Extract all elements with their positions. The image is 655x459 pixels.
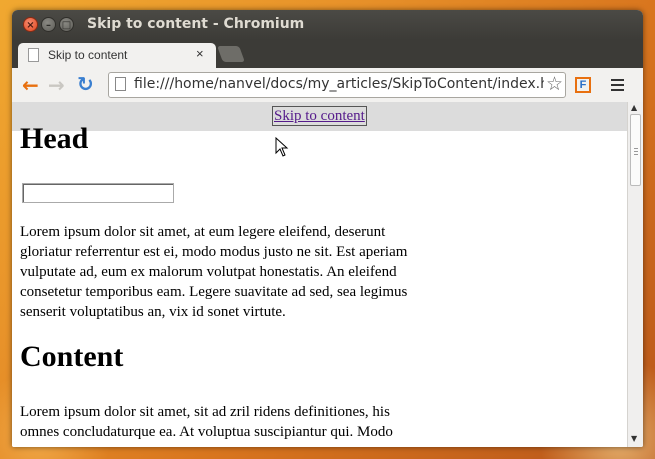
heading-content: Content — [20, 340, 124, 373]
paragraph-2: Lorem ipsum dolor sit amet, sit ad zril … — [20, 404, 393, 440]
extension-icon[interactable]: F — [575, 77, 591, 93]
window-title: Skip to content - Chromium — [87, 16, 305, 32]
tab-close-icon[interactable]: × — [196, 46, 204, 61]
browser-window: × – □ Skip to content - Chromium Skip to… — [12, 10, 643, 447]
text-input[interactable] — [22, 183, 174, 203]
reload-icon[interactable]: ↻ — [77, 72, 94, 96]
tab-strip: Skip to content × — [12, 40, 643, 68]
tab-skip-to-content[interactable]: Skip to content × — [18, 43, 216, 68]
address-bar[interactable]: file:///home/nanvel/docs/my_articles/Ski… — [108, 72, 566, 98]
browser-toolbar: ← → ↻ file:///home/nanvel/docs/my_articl… — [12, 68, 643, 103]
minimize-window-button[interactable]: – — [41, 17, 56, 32]
maximize-window-button[interactable]: □ — [59, 17, 74, 32]
back-arrow-icon[interactable]: ← — [22, 73, 39, 97]
scrollbar-thumb[interactable] — [630, 114, 641, 186]
page-viewport: Skip to content Head Lorem ipsum dolor s… — [12, 102, 627, 447]
skip-bar: Skip to content — [12, 102, 627, 131]
vertical-scrollbar[interactable]: ▲ ▼ — [627, 102, 643, 447]
menu-icon[interactable] — [611, 79, 624, 94]
paragraph-1: Lorem ipsum dolor sit amet, at eum leger… — [20, 224, 408, 320]
new-tab-button[interactable] — [217, 46, 245, 62]
page-icon — [28, 48, 39, 62]
scroll-down-arrow-icon[interactable]: ▼ — [631, 434, 637, 443]
page-icon — [115, 77, 126, 91]
title-bar: × – □ Skip to content - Chromium — [12, 10, 643, 40]
url-text[interactable]: file:///home/nanvel/docs/my_articles/Ski… — [134, 76, 549, 92]
forward-arrow-icon[interactable]: → — [48, 73, 65, 97]
tab-title: Skip to content — [48, 48, 128, 62]
skip-to-content-link[interactable]: Skip to content — [272, 106, 367, 126]
bookmark-star-icon[interactable]: ☆ — [543, 73, 563, 95]
close-window-button[interactable]: × — [23, 17, 38, 32]
scroll-up-arrow-icon[interactable]: ▲ — [631, 103, 637, 112]
heading-head: Head — [20, 122, 89, 155]
mouse-cursor-icon — [275, 137, 289, 157]
